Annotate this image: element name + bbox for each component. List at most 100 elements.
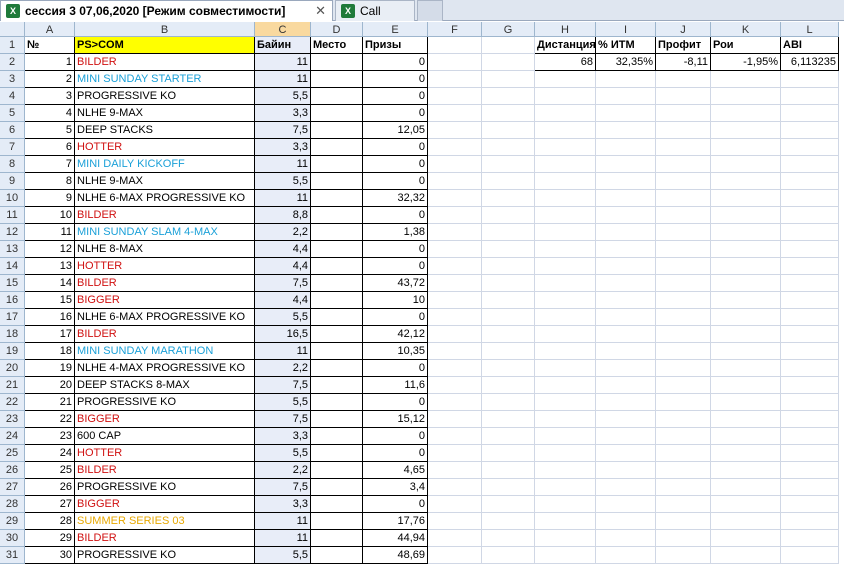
column-header-d[interactable]: D [311,22,363,37]
cell-a[interactable]: 7 [25,156,75,173]
cell-j[interactable] [656,343,711,360]
cell-f[interactable] [428,326,482,343]
cell-g[interactable] [482,105,535,122]
cell-c[interactable]: 2,2 [255,224,311,241]
cell-g[interactable] [482,88,535,105]
cell-h[interactable] [535,139,596,156]
cell-e[interactable]: 3,4 [363,479,428,496]
cell-d[interactable] [311,411,363,428]
cell-k[interactable] [711,445,781,462]
cell-k[interactable] [711,547,781,564]
cell-g[interactable] [482,309,535,326]
cell-k[interactable] [711,156,781,173]
cell-i[interactable] [596,139,656,156]
cell-f[interactable] [428,547,482,564]
cell-b[interactable]: NLHE 9-MAX [75,173,255,190]
cell-j[interactable] [656,309,711,326]
cell-l[interactable] [781,224,839,241]
cell-j[interactable] [656,122,711,139]
cell-h[interactable] [535,156,596,173]
cell-k[interactable] [711,326,781,343]
row-header[interactable]: 29 [0,513,25,530]
cell-c[interactable]: 3,3 [255,428,311,445]
row-header[interactable]: 25 [0,445,25,462]
cell-l[interactable] [781,394,839,411]
row-header[interactable]: 18 [0,326,25,343]
column-header-l[interactable]: L [781,22,839,37]
cell-l[interactable] [781,258,839,275]
cell-j[interactable]: -8,11 [656,54,711,71]
row-header[interactable]: 3 [0,71,25,88]
cell-c[interactable]: 4,4 [255,292,311,309]
header-cell-e[interactable]: Призы [363,37,428,54]
cell-h[interactable] [535,496,596,513]
cell-i[interactable] [596,428,656,445]
cell-a[interactable]: 21 [25,394,75,411]
cell-h[interactable] [535,173,596,190]
cell-b[interactable]: BIGGER [75,411,255,428]
cell-h[interactable] [535,275,596,292]
cell-h[interactable] [535,88,596,105]
cell-f[interactable] [428,258,482,275]
cell-b[interactable]: SUMMER SERIES 03 [75,513,255,530]
cell-k[interactable] [711,105,781,122]
cell-d[interactable] [311,496,363,513]
close-icon[interactable]: ✕ [315,3,326,19]
cell-h[interactable] [535,530,596,547]
cell-h[interactable] [535,479,596,496]
cell-g[interactable] [482,326,535,343]
cell-b[interactable]: NLHE 6-MAX PROGRESSIVE KO [75,190,255,207]
cell-d[interactable] [311,275,363,292]
cell-j[interactable] [656,377,711,394]
column-header-h[interactable]: H [535,22,596,37]
cell-f[interactable] [428,190,482,207]
cell-a[interactable]: 16 [25,309,75,326]
cell-i[interactable] [596,241,656,258]
cell-a[interactable]: 17 [25,326,75,343]
cell-f[interactable] [428,394,482,411]
cell-j[interactable] [656,428,711,445]
cell-j[interactable] [656,445,711,462]
cell-b[interactable]: BILDER [75,462,255,479]
cell-a[interactable]: 13 [25,258,75,275]
cell-e[interactable]: 44,94 [363,530,428,547]
cell-i[interactable] [596,547,656,564]
cell-b[interactable]: DEEP STACKS 8-MAX [75,377,255,394]
cell-e[interactable]: 0 [363,428,428,445]
cell-j[interactable] [656,139,711,156]
cell-b[interactable]: NLHE 4-MAX PROGRESSIVE KO [75,360,255,377]
cell-d[interactable] [311,394,363,411]
cell-b[interactable]: MINI DAILY KICKOFF [75,156,255,173]
cell-b[interactable]: PROGRESSIVE KO [75,479,255,496]
header-cell-g[interactable] [482,37,535,54]
cell-i[interactable] [596,156,656,173]
cell-g[interactable] [482,377,535,394]
cell-h[interactable] [535,394,596,411]
cell-g[interactable] [482,224,535,241]
cell-h[interactable] [535,258,596,275]
cell-b[interactable]: NLHE 9-MAX [75,105,255,122]
cell-e[interactable]: 0 [363,394,428,411]
cell-e[interactable]: 15,12 [363,411,428,428]
row-header[interactable]: 6 [0,122,25,139]
cell-a[interactable]: 30 [25,547,75,564]
cell-j[interactable] [656,547,711,564]
row-header[interactable]: 26 [0,462,25,479]
cell-b[interactable]: DEEP STACKS [75,122,255,139]
cell-g[interactable] [482,428,535,445]
column-header-a[interactable]: A [25,22,75,37]
cell-d[interactable] [311,190,363,207]
cell-e[interactable]: 0 [363,241,428,258]
cell-d[interactable] [311,377,363,394]
cell-e[interactable]: 0 [363,54,428,71]
cell-l[interactable] [781,326,839,343]
row-header[interactable]: 30 [0,530,25,547]
cell-i[interactable] [596,207,656,224]
cell-b[interactable]: PROGRESSIVE KO [75,88,255,105]
column-header-j[interactable]: J [656,22,711,37]
cell-g[interactable] [482,445,535,462]
cell-a[interactable]: 26 [25,479,75,496]
cell-a[interactable]: 19 [25,360,75,377]
cell-k[interactable]: -1,95% [711,54,781,71]
cell-l[interactable] [781,530,839,547]
